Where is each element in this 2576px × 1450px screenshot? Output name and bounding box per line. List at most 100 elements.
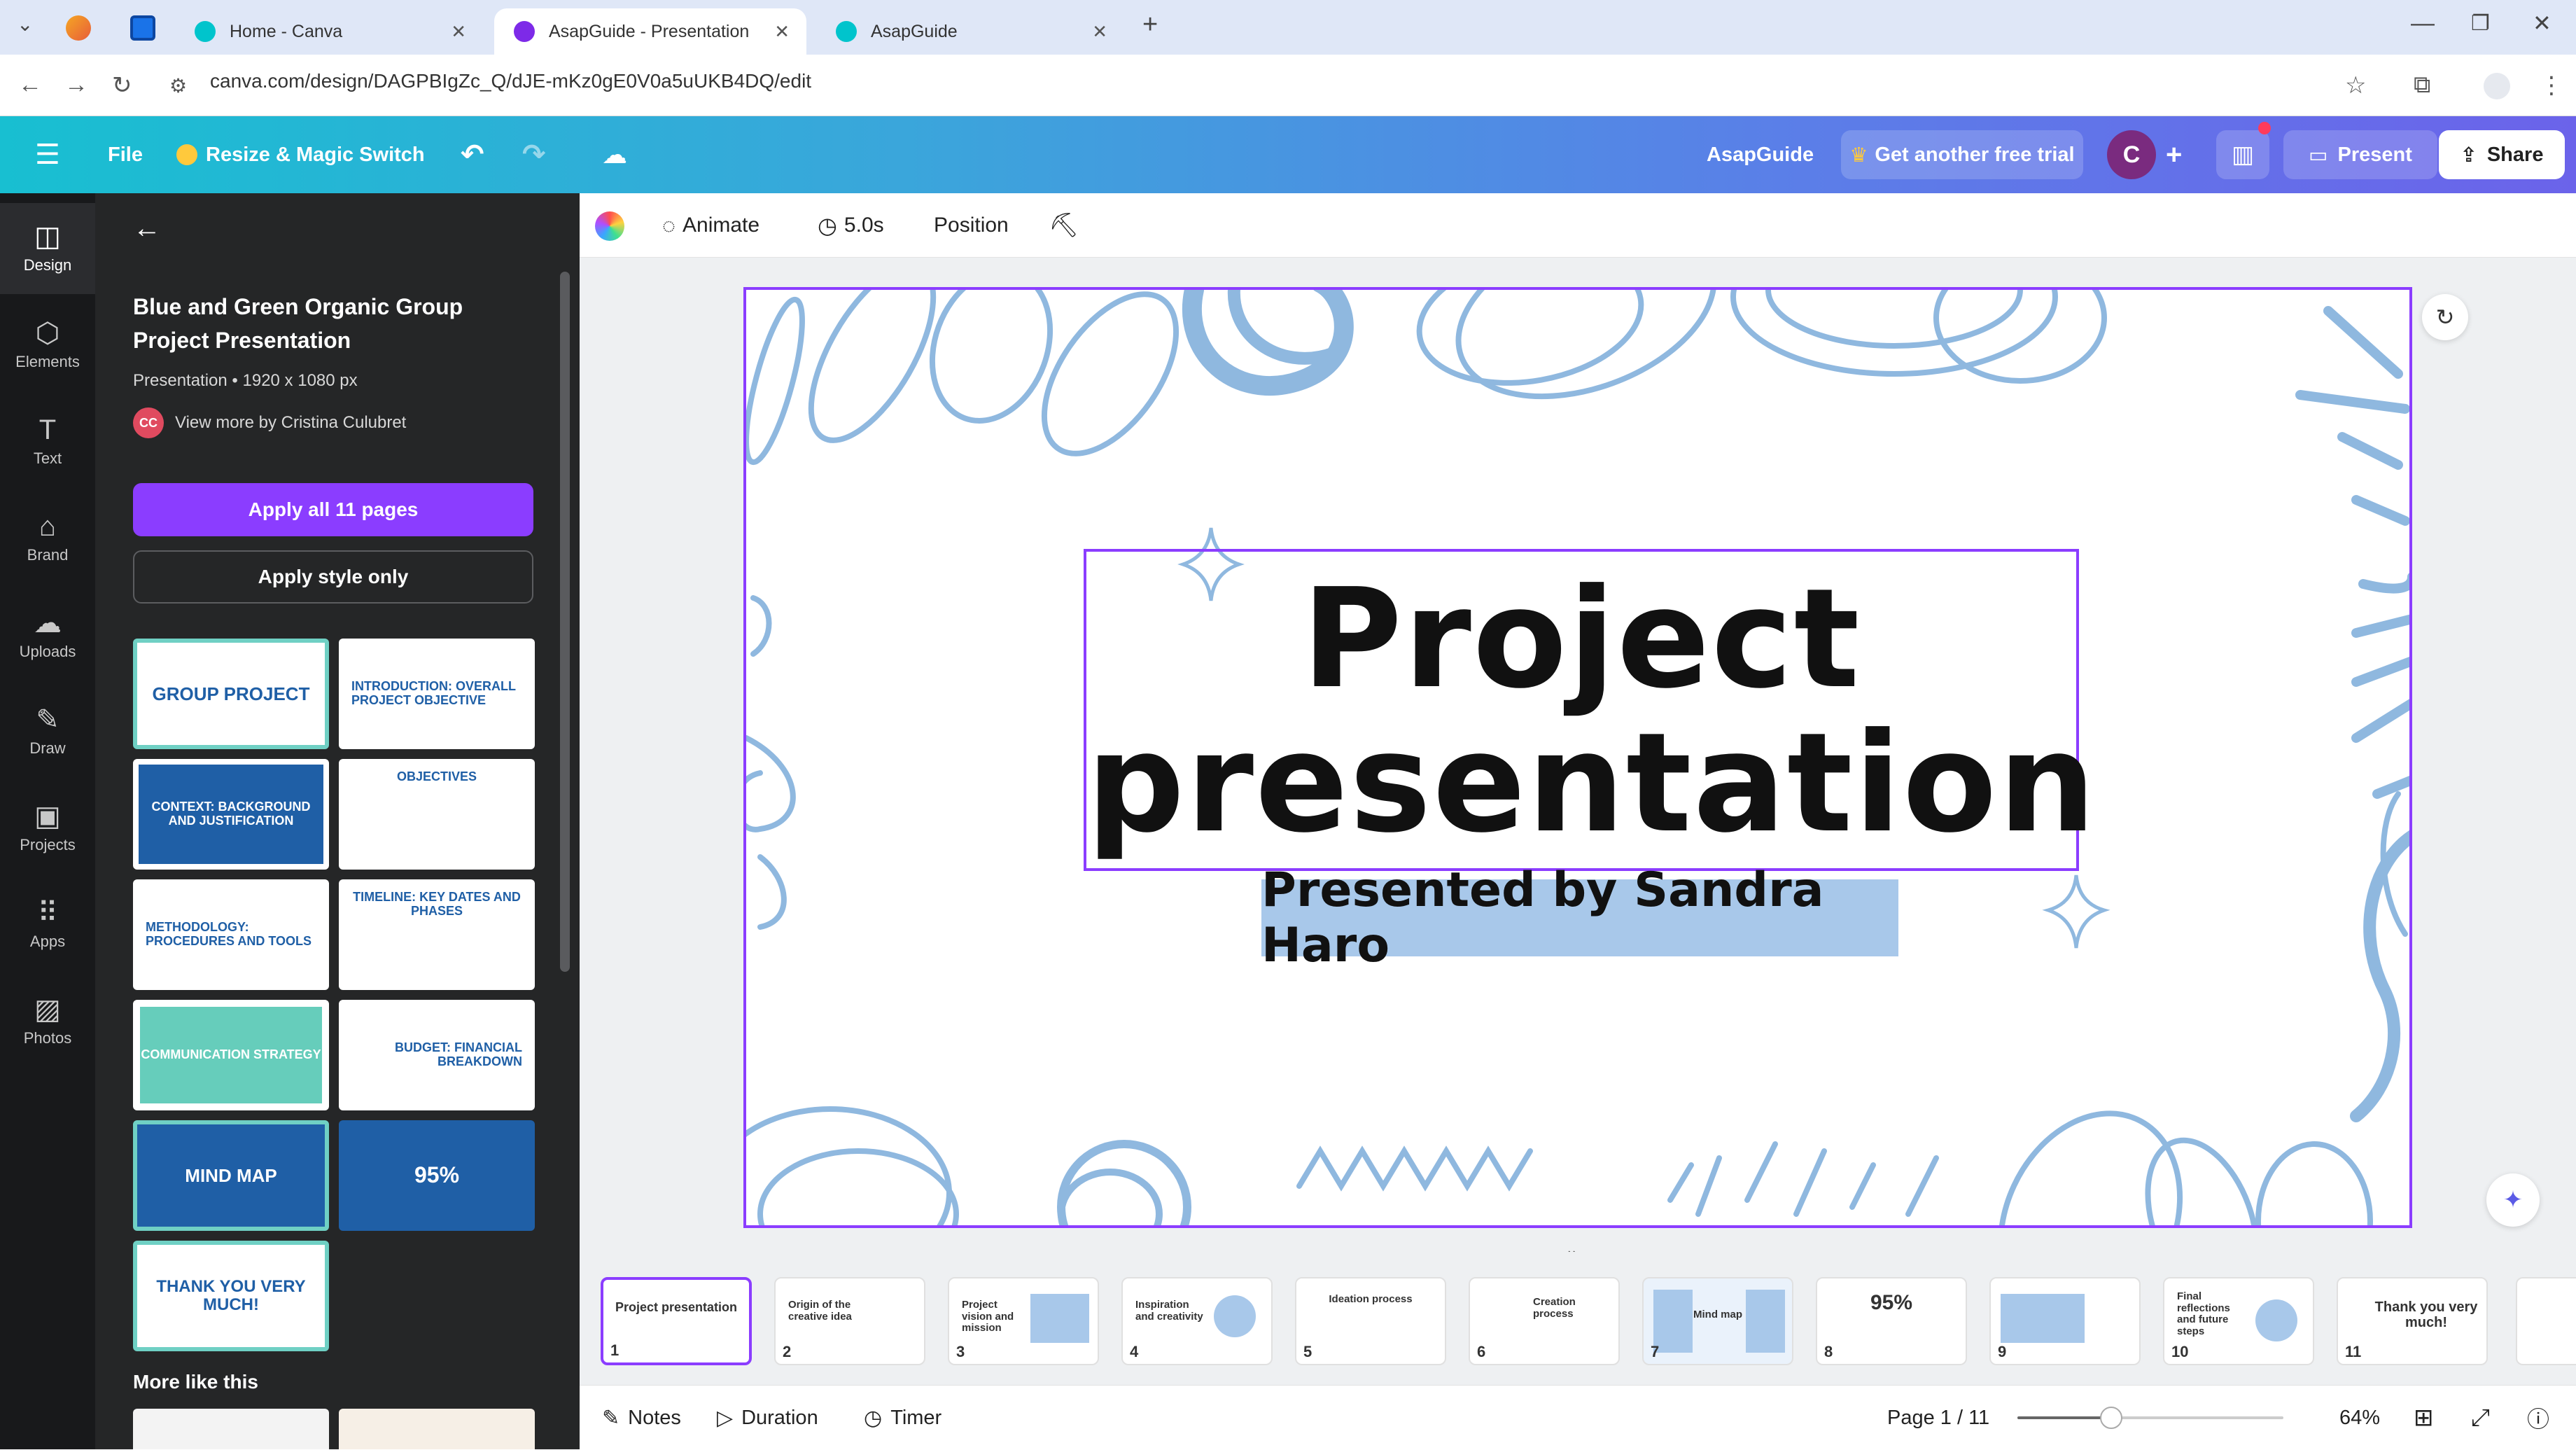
pinned-tab-favicon[interactable] (130, 15, 155, 41)
rail-projects[interactable]: ▣ Projects (0, 783, 95, 874)
tab-asapguide[interactable]: AsapGuide ✕ (816, 8, 1124, 55)
tab-home-canva[interactable]: Home - Canva ✕ (175, 8, 483, 55)
animate-button[interactable]: ◌ Animate (662, 193, 760, 258)
page-thumb[interactable]: Mind map 7 (1642, 1277, 1793, 1365)
rail-design[interactable]: ◫ Design (0, 203, 95, 294)
zoom-slider-track[interactable] (2017, 1407, 2283, 1429)
present-button[interactable]: ▭ Present (2283, 130, 2437, 179)
timer-button[interactable]: ◷ Timer (864, 1386, 941, 1450)
paint-format-icon[interactable]: ⛏ (1049, 193, 1079, 258)
page-indicator[interactable]: Page 1 / 11 (1887, 1386, 1989, 1450)
tab-search-icon[interactable]: ⌄ (17, 13, 33, 36)
rail-apps[interactable]: ⠿ Apps (0, 879, 95, 970)
undo-icon[interactable]: ↶ (461, 116, 484, 193)
page-thumb-title: Project presentation (615, 1300, 738, 1314)
forward-icon[interactable]: → (64, 71, 88, 99)
more-template-thumb[interactable] (133, 1409, 329, 1449)
site-info-icon[interactable]: ⚙ (169, 74, 187, 97)
rail-brand[interactable]: ⌂ Brand (0, 493, 95, 584)
extensions-icon[interactable]: ⧉ (2414, 71, 2430, 99)
refresh-comment-icon[interactable]: ↻ (2422, 294, 2468, 340)
reload-icon[interactable]: ↻ (112, 71, 132, 99)
template-thumb[interactable]: INTRODUCTION: OVERALL PROJECT OBJECTIVE (339, 639, 535, 749)
template-thumb[interactable]: MIND MAP (133, 1120, 329, 1231)
duration-footer-button[interactable]: ▷ Duration (717, 1386, 818, 1450)
help-icon[interactable]: ⓘ (2527, 1386, 2549, 1450)
add-page-thumb[interactable] (2516, 1277, 2576, 1365)
page-thumb[interactable]: Thank you very much! 11 (2337, 1277, 2488, 1365)
restore-icon[interactable]: ❐ (2471, 11, 2490, 36)
apply-all-pages-button[interactable]: Apply all 11 pages (133, 483, 533, 536)
rail-draw[interactable]: ✎ Draw (0, 686, 95, 777)
rail-photos[interactable]: ▨ Photos (0, 976, 95, 1067)
rail-elements[interactable]: ⬡ Elements (0, 300, 95, 391)
fullscreen-icon[interactable]: ⤢ (2471, 1386, 2490, 1450)
template-thumb[interactable]: THANK YOU VERY MUCH! (133, 1241, 329, 1351)
tab-label: Home - Canva (230, 21, 343, 41)
page-thumb[interactable]: Creation process 6 (1469, 1277, 1620, 1365)
bookmark-star-icon[interactable]: ☆ (2345, 71, 2366, 99)
tab-asapguide-presentation[interactable]: AsapGuide - Presentation ✕ (494, 8, 806, 55)
template-thumb[interactable]: COMMUNICATION STRATEGY (133, 1000, 329, 1110)
back-arrow-icon[interactable]: ← (133, 213, 161, 244)
close-tab-icon[interactable]: ✕ (451, 21, 466, 43)
close-window-icon[interactable]: ✕ (2533, 10, 2552, 36)
page-thumb[interactable]: Ideation process 5 (1295, 1277, 1446, 1365)
color-picker-icon[interactable] (595, 211, 624, 241)
resize-magic-switch-button[interactable]: Resize & Magic Switch (176, 116, 425, 193)
template-thumb[interactable]: TIMELINE: KEY DATES AND PHASES (339, 879, 535, 990)
magic-assistant-icon[interactable]: ✦ (2486, 1173, 2540, 1227)
minimize-icon[interactable]: — (2411, 10, 2435, 37)
page-number: 10 (2171, 1343, 2189, 1360)
url-field[interactable]: canva.com/design/DAGPBIgZc_Q/dJE-mKz0gE0… (210, 70, 811, 92)
slide-canvas[interactable]: Project presentation Presented by Sandra… (743, 287, 2412, 1228)
hamburger-menu-icon[interactable]: ☰ (35, 116, 60, 193)
duration-button[interactable]: ◷ 5.0s (818, 193, 884, 258)
page-thumb[interactable]: Project vision and mission 3 (948, 1277, 1099, 1365)
page-thumb[interactable]: Final reflections and future steps 10 (2163, 1277, 2314, 1365)
author-avatar: CC (133, 407, 164, 438)
notes-button[interactable]: ✎ Notes (602, 1386, 681, 1450)
rail-text[interactable]: T Text (0, 396, 95, 487)
insights-icon[interactable]: ▥ (2216, 130, 2269, 179)
draw-icon: ✎ (36, 704, 59, 735)
template-thumb[interactable]: CONTEXT: BACKGROUND AND JUSTIFICATION (133, 759, 329, 870)
page-thumb[interactable]: Project presentation 1 (601, 1277, 752, 1365)
cloud-save-icon[interactable]: ☁ (602, 116, 627, 193)
zoom-slider-handle[interactable] (2100, 1407, 2122, 1429)
slide-subtitle[interactable]: Presented by Sandra Haro (1261, 863, 1898, 973)
add-collaborator-icon[interactable]: + (2166, 116, 2182, 193)
rail-uploads[interactable]: ☁ Uploads (0, 590, 95, 681)
close-tab-icon[interactable]: ✕ (1092, 21, 1107, 43)
page-thumb[interactable]: Origin of the creative idea 2 (774, 1277, 925, 1365)
grid-view-icon[interactable]: ⊞ (2414, 1386, 2434, 1450)
page-number: 8 (1824, 1343, 1833, 1360)
template-thumb[interactable]: 95% (339, 1120, 535, 1231)
new-tab-icon[interactable]: + (1142, 10, 1158, 40)
template-thumb[interactable]: GROUP PROJECT (133, 639, 329, 749)
redo-icon[interactable]: ↷ (522, 116, 546, 193)
profile-avatar[interactable] (2484, 73, 2510, 99)
panel-scrollbar[interactable] (560, 272, 570, 972)
user-avatar[interactable]: C (2107, 130, 2156, 179)
zoom-level[interactable]: 64% (2339, 1386, 2380, 1450)
title-text-box[interactable]: Project presentation (1084, 549, 2096, 871)
template-thumb[interactable]: OBJECTIVES (339, 759, 535, 870)
back-icon[interactable]: ← (18, 71, 42, 99)
page-thumb[interactable]: 95% 8 (1816, 1277, 1967, 1365)
browser-menu-icon[interactable]: ⋮ (2540, 71, 2563, 99)
page-thumb[interactable]: Inspiration and creativity 4 (1121, 1277, 1273, 1365)
close-tab-icon[interactable]: ✕ (774, 21, 790, 43)
page-thumb[interactable]: 9 (1989, 1277, 2141, 1365)
apply-style-only-button[interactable]: Apply style only (133, 550, 533, 604)
more-template-thumb[interactable] (339, 1409, 535, 1449)
pinned-tab-favicon[interactable] (66, 15, 91, 41)
project-name[interactable]: AsapGuide (1707, 116, 1814, 193)
position-button[interactable]: Position (934, 193, 1009, 258)
free-trial-button[interactable]: ♛ Get another free trial (1841, 130, 2083, 179)
template-thumb[interactable]: METHODOLOGY: PROCEDURES AND TOOLS (133, 879, 329, 990)
template-thumb[interactable]: BUDGET: FINANCIAL BREAKDOWN (339, 1000, 535, 1110)
file-menu-button[interactable]: File (108, 116, 143, 193)
author-link[interactable]: CC View more by Cristina Culubret (133, 407, 406, 438)
share-button[interactable]: ⇪ Share (2439, 130, 2565, 179)
